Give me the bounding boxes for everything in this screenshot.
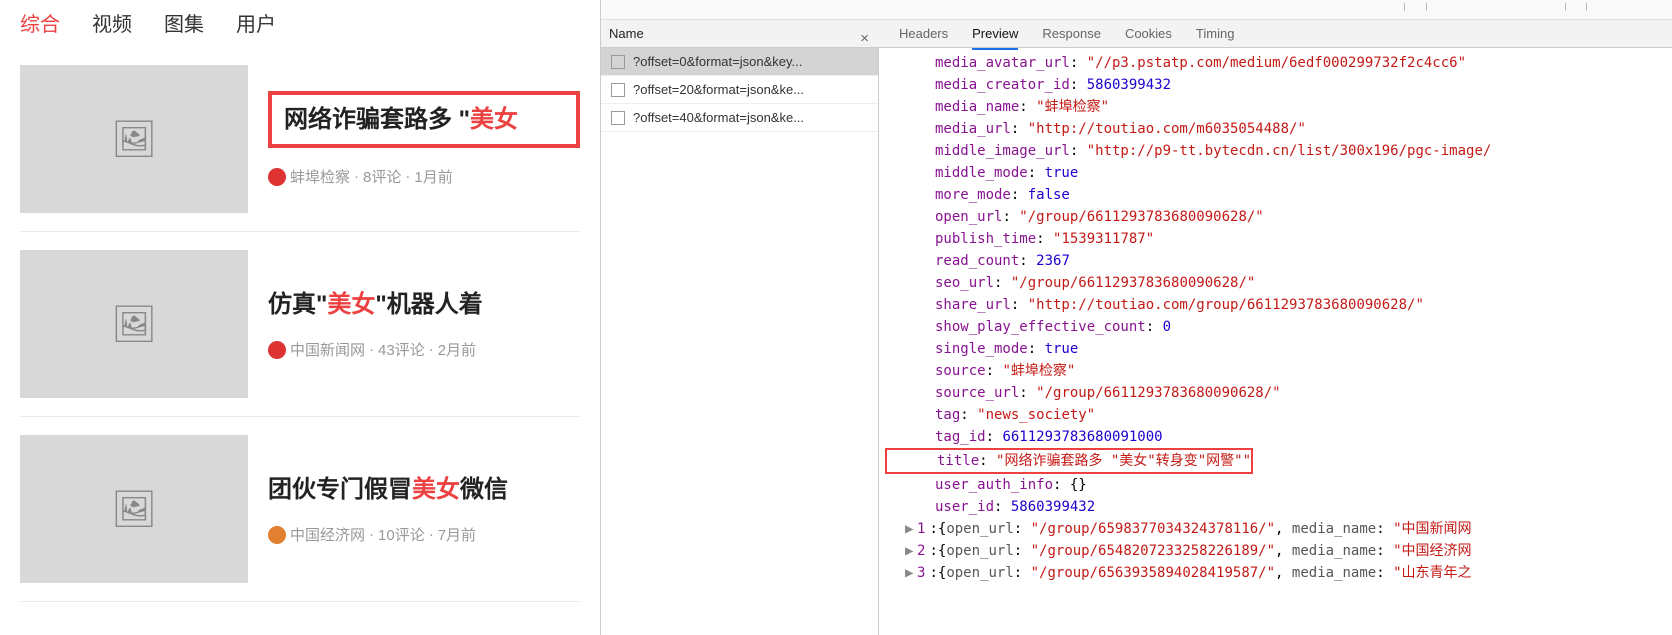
json-array-item[interactable]: ▶3: {open_url: "/group/65639358940284195… — [885, 562, 1666, 584]
devtools-tab-response[interactable]: Response — [1042, 22, 1101, 45]
category-tab-0[interactable]: 综合 — [20, 8, 60, 37]
source-icon — [268, 526, 286, 544]
article-thumbnail: 🖼 — [20, 65, 248, 213]
json-property[interactable]: read_count: 2367 — [885, 250, 1666, 272]
json-property[interactable]: source_url: "/group/6611293783680090628/… — [885, 382, 1666, 404]
json-array-item[interactable]: ▶2: {open_url: "/group/65482072332582261… — [885, 540, 1666, 562]
source-icon — [268, 168, 286, 186]
request-checkbox[interactable] — [611, 83, 625, 97]
article-item[interactable]: 🖼 仿真"美女"机器人着中国新闻网·43评论·2月前 — [20, 232, 580, 417]
website-content: 综合 视频 图集 用户 🖼 网络诈骗套路多 "美女蚌埠检察·8评论·1月前 🖼 仿真"美女"… — [0, 0, 600, 635]
category-tabs: 综合 视频 图集 用户 — [0, 0, 600, 47]
json-property[interactable]: user_id: 5860399432 — [885, 496, 1666, 518]
expand-icon[interactable]: ▶ — [905, 518, 917, 540]
json-property[interactable]: seo_url: "/group/6611293783680090628/" — [885, 272, 1666, 294]
category-tab-2[interactable]: 图集 — [164, 8, 204, 37]
json-property[interactable]: share_url: "http://toutiao.com/group/661… — [885, 294, 1666, 316]
json-property[interactable]: media_avatar_url: "//p3.pstatp.com/mediu… — [885, 52, 1666, 74]
request-url: ?offset=20&format=json&ke... — [633, 82, 804, 97]
article-source[interactable]: 中国经济网 — [290, 524, 365, 545]
json-property[interactable]: show_play_effective_count: 0 — [885, 316, 1666, 338]
article-title[interactable]: 网络诈骗套路多 "美女 — [268, 91, 580, 149]
category-tab-3[interactable]: 用户 — [236, 8, 276, 37]
article-comments[interactable]: 10评论 — [378, 524, 425, 545]
json-property[interactable]: source: "蚌埠检察" — [885, 360, 1666, 382]
article-title[interactable]: 仿真"美女"机器人着 — [268, 288, 580, 322]
article-meta: 蚌埠检察·8评论·1月前 — [268, 166, 580, 187]
json-property[interactable]: open_url: "/group/6611293783680090628/" — [885, 206, 1666, 228]
article-comments[interactable]: 43评论 — [378, 339, 425, 360]
devtools-body: ?offset=0&format=json&key... ?offset=20&f… — [601, 48, 1672, 635]
json-property[interactable]: media_name: "蚌埠检察" — [885, 96, 1666, 118]
source-icon — [268, 341, 286, 359]
article-comments[interactable]: 8评论 — [363, 166, 401, 187]
name-column-header: Name × — [609, 26, 879, 41]
json-preview[interactable]: media_avatar_url: "//p3.pstatp.com/mediu… — [879, 48, 1672, 635]
request-url: ?offset=0&format=json&key... — [633, 54, 802, 69]
request-checkbox[interactable] — [611, 55, 625, 69]
article-time: 2月前 — [438, 339, 476, 360]
devtools-tabs: Headers Preview Response Cookies Timing — [879, 22, 1234, 45]
json-property[interactable]: tag_id: 6611293783680091000 — [885, 426, 1666, 448]
expand-icon[interactable]: ▶ — [905, 562, 917, 584]
devtools-panel: Name × Headers Preview Response Cookies Timi… — [600, 0, 1672, 635]
request-checkbox[interactable] — [611, 111, 625, 125]
request-item[interactable]: ?offset=20&format=json&ke... — [601, 76, 878, 104]
category-tab-1[interactable]: 视频 — [92, 8, 132, 37]
article-source[interactable]: 中国新闻网 — [290, 339, 365, 360]
close-icon[interactable]: × — [860, 30, 869, 47]
article-title[interactable]: 团伙专门假冒美女微信 — [268, 473, 580, 507]
json-property[interactable]: user_auth_info: {} — [885, 474, 1666, 496]
expand-icon[interactable]: ▶ — [905, 540, 917, 562]
article-time: 1月前 — [414, 166, 452, 187]
json-array-item[interactable]: ▶1: {open_url: "/group/65983770343243781… — [885, 518, 1666, 540]
article-meta: 中国经济网·10评论·7月前 — [268, 524, 580, 545]
json-property[interactable]: media_creator_id: 5860399432 — [885, 74, 1666, 96]
devtools-tab-headers[interactable]: Headers — [899, 22, 948, 45]
request-item[interactable]: ?offset=40&format=json&ke... — [601, 104, 878, 132]
article-thumbnail: 🖼 — [20, 250, 248, 398]
request-url: ?offset=40&format=json&ke... — [633, 110, 804, 125]
json-property[interactable]: title: "网络诈骗套路多 "美女"转身变"网警"" — [885, 448, 1253, 474]
json-property[interactable]: media_url: "http://toutiao.com/m60350544… — [885, 118, 1666, 140]
request-list: ?offset=0&format=json&key... ?offset=20&f… — [601, 48, 879, 635]
json-property[interactable]: middle_image_url: "http://p9-tt.bytecdn.… — [885, 140, 1666, 162]
json-property[interactable]: single_mode: true — [885, 338, 1666, 360]
devtools-tab-preview[interactable]: Preview — [972, 22, 1018, 45]
article-time: 7月前 — [438, 524, 476, 545]
json-property[interactable]: tag: "news_society" — [885, 404, 1666, 426]
article-item[interactable]: 🖼 网络诈骗套路多 "美女蚌埠检察·8评论·1月前 — [20, 47, 580, 232]
article-meta: 中国新闻网·43评论·2月前 — [268, 339, 580, 360]
devtools-tab-timing[interactable]: Timing — [1196, 22, 1235, 45]
article-source[interactable]: 蚌埠检察 — [290, 166, 350, 187]
devtools-header-row: Name × Headers Preview Response Cookies Timi… — [601, 20, 1672, 48]
article-item[interactable]: 🖼 团伙专门假冒美女微信中国经济网·10评论·7月前 — [20, 417, 580, 602]
name-header-text: Name — [609, 26, 644, 41]
article-thumbnail: 🖼 — [20, 435, 248, 583]
json-property[interactable]: middle_mode: true — [885, 162, 1666, 184]
devtools-tab-cookies[interactable]: Cookies — [1125, 22, 1172, 45]
json-property[interactable]: publish_time: "1539311787" — [885, 228, 1666, 250]
article-list: 🖼 网络诈骗套路多 "美女蚌埠检察·8评论·1月前 🖼 仿真"美女"机器人着中国新闻网… — [0, 47, 600, 602]
request-item[interactable]: ?offset=0&format=json&key... — [601, 48, 878, 76]
json-property[interactable]: more_mode: false — [885, 184, 1666, 206]
network-timeline[interactable] — [601, 0, 1672, 20]
